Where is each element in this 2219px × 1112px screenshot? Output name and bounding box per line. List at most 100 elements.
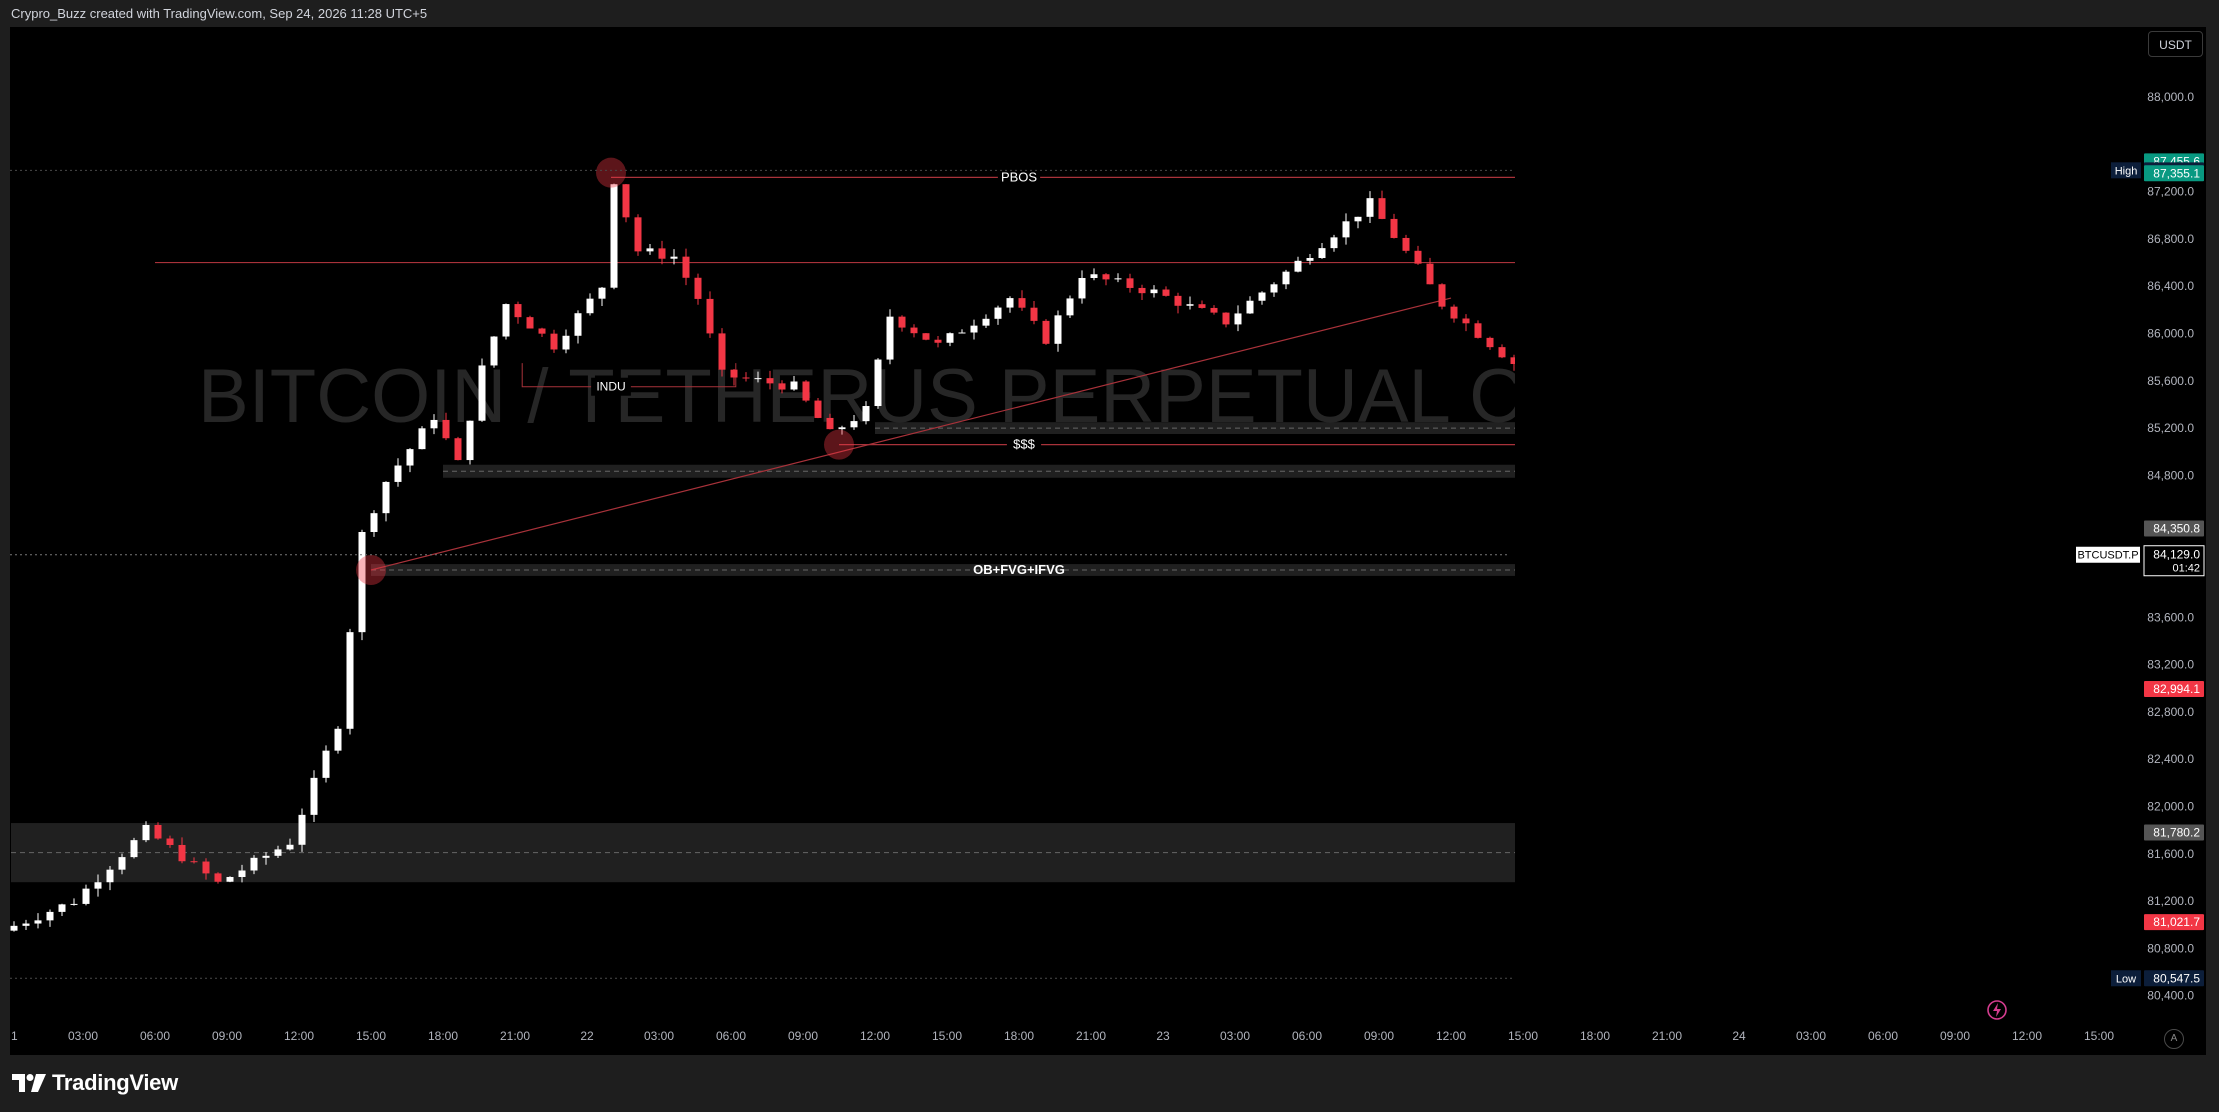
candle[interactable] [1414, 250, 1422, 264]
candle[interactable] [562, 335, 570, 350]
candle[interactable] [682, 256, 690, 278]
candle[interactable] [1438, 284, 1446, 307]
candle[interactable] [1486, 337, 1494, 348]
candle[interactable] [322, 750, 330, 778]
candle[interactable] [670, 256, 678, 259]
candle[interactable] [58, 904, 66, 912]
candle[interactable] [922, 333, 930, 340]
candle[interactable] [286, 844, 294, 850]
currency-button[interactable]: USDT [2148, 31, 2203, 57]
candle[interactable] [730, 369, 738, 378]
candle[interactable] [658, 248, 666, 259]
candle[interactable] [1066, 298, 1074, 316]
candle[interactable] [1162, 289, 1170, 296]
candle[interactable] [1126, 278, 1134, 288]
candle[interactable] [1138, 287, 1146, 294]
candle[interactable] [22, 923, 30, 926]
candle[interactable] [226, 876, 234, 882]
candle[interactable] [310, 777, 318, 815]
candle[interactable] [1054, 315, 1062, 344]
candle[interactable] [1270, 284, 1278, 293]
candle[interactable] [250, 857, 258, 871]
candle[interactable] [1114, 278, 1122, 280]
candle[interactable] [70, 903, 78, 905]
lightning-icon[interactable] [1986, 999, 2008, 1021]
candle[interactable] [1006, 298, 1014, 308]
candle[interactable] [826, 417, 834, 430]
candle[interactable] [586, 298, 594, 314]
candle[interactable] [994, 307, 1002, 319]
candle[interactable] [766, 378, 774, 384]
candle[interactable] [622, 184, 630, 218]
candle[interactable] [646, 248, 654, 252]
candle[interactable] [802, 381, 810, 401]
candle[interactable] [94, 882, 102, 889]
candle[interactable] [910, 327, 918, 334]
candle[interactable] [334, 728, 342, 751]
candle[interactable] [1246, 300, 1254, 314]
candle[interactable] [790, 381, 798, 390]
candle[interactable] [214, 873, 222, 882]
candle[interactable] [1222, 312, 1230, 325]
candle[interactable] [970, 325, 978, 333]
candle[interactable] [1090, 274, 1098, 279]
candle[interactable] [1306, 258, 1314, 261]
candle[interactable] [514, 304, 522, 318]
candle[interactable] [1294, 260, 1302, 272]
candle[interactable] [118, 857, 126, 870]
candle[interactable] [34, 920, 42, 924]
candle[interactable] [442, 419, 450, 439]
candle[interactable] [1150, 289, 1158, 294]
candle[interactable] [1258, 292, 1266, 301]
chart-area[interactable]: BITCOIN / TETHERUS PERPETUAL CONTRACT PBO… [10, 27, 2206, 1055]
candle[interactable] [742, 377, 750, 379]
candle[interactable] [1426, 263, 1434, 285]
candle[interactable] [754, 378, 762, 380]
price-axis[interactable] [1515, 27, 2206, 1055]
candle[interactable] [598, 287, 606, 299]
candle[interactable] [490, 336, 498, 366]
candle[interactable] [1378, 198, 1386, 219]
candle[interactable] [1198, 304, 1206, 308]
auto-scale-button[interactable]: A [2164, 1029, 2184, 1049]
candle[interactable] [778, 383, 786, 390]
candle[interactable] [406, 449, 414, 466]
candle[interactable] [1042, 320, 1050, 344]
candle[interactable] [1174, 295, 1182, 306]
candle[interactable] [1318, 248, 1326, 259]
candle[interactable] [550, 333, 558, 350]
candle[interactable] [346, 632, 354, 729]
candle[interactable] [478, 365, 486, 421]
candle[interactable] [274, 849, 282, 856]
candle[interactable] [1498, 347, 1506, 358]
candle[interactable] [1450, 306, 1458, 319]
candle[interactable] [10, 925, 18, 931]
candle[interactable] [154, 824, 162, 839]
candle[interactable] [1234, 313, 1242, 325]
candle[interactable] [466, 420, 474, 461]
candle[interactable] [814, 400, 822, 418]
candle[interactable] [538, 328, 546, 334]
candle[interactable] [886, 316, 894, 360]
candle[interactable] [190, 861, 198, 863]
candle[interactable] [526, 317, 534, 329]
candle[interactable] [430, 419, 438, 429]
candle[interactable] [1078, 278, 1086, 299]
candle[interactable] [166, 838, 174, 845]
candle[interactable] [706, 298, 714, 334]
candle[interactable] [1030, 307, 1038, 321]
candle[interactable] [934, 339, 942, 343]
chart-canvas[interactable]: BITCOIN / TETHERUS PERPETUAL CONTRACTPBO… [10, 27, 2206, 1055]
candle[interactable] [1462, 318, 1470, 324]
candle[interactable] [106, 869, 114, 883]
candle[interactable] [1366, 198, 1374, 217]
candle[interactable] [1474, 323, 1482, 338]
candle[interactable] [838, 427, 846, 430]
candle[interactable] [178, 844, 186, 862]
candle[interactable] [418, 428, 426, 450]
candle[interactable] [142, 824, 150, 841]
candle[interactable] [370, 513, 378, 533]
candle[interactable] [1330, 237, 1338, 249]
candle[interactable] [1102, 274, 1110, 280]
candle[interactable] [382, 481, 390, 514]
